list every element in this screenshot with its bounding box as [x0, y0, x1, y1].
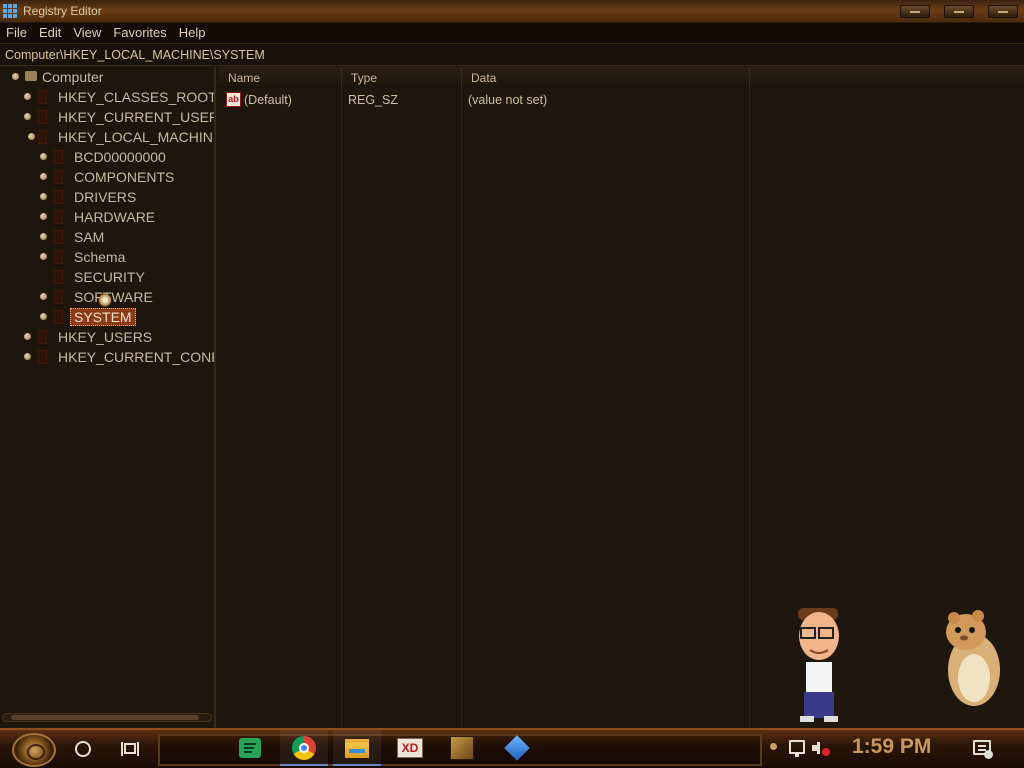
menu-view[interactable]: View — [67, 23, 107, 43]
folder-icon — [54, 230, 63, 244]
menu-bar: File Edit View Favorites Help — [0, 23, 1024, 43]
folder-icon — [54, 210, 63, 224]
string-value-icon: ab — [226, 92, 241, 107]
column-header-filler — [750, 67, 1024, 88]
folder-icon — [38, 90, 47, 104]
registry-editor-icon — [3, 4, 17, 18]
title-bar[interactable]: Registry Editor — [0, 0, 1024, 23]
registry-editor-window: Registry Editor File Edit View Favorites… — [0, 0, 1024, 728]
folder-icon — [38, 330, 47, 344]
computer-icon — [25, 71, 37, 81]
expand-icon[interactable] — [24, 333, 31, 340]
tree-node-label: SOFTWARE — [74, 289, 153, 305]
column-header-data[interactable]: Data — [462, 67, 750, 88]
start-button[interactable] — [12, 733, 56, 767]
mute-indicator-icon — [822, 748, 830, 756]
dancing-hamster-sticker — [946, 610, 1000, 706]
folder-icon — [54, 310, 63, 324]
tree-node-label: HKEY_USERS — [58, 329, 153, 345]
maximize-button[interactable] — [944, 5, 974, 18]
xd-icon[interactable]: XD — [397, 738, 423, 758]
collapse-icon[interactable] — [12, 73, 19, 80]
menu-edit[interactable]: Edit — [33, 23, 67, 43]
task-view-icon[interactable] — [121, 740, 139, 758]
window-title: Registry Editor — [23, 4, 102, 18]
search-icon[interactable] — [75, 741, 91, 757]
folder-icon — [54, 170, 63, 184]
folder-icon — [38, 110, 47, 124]
tree-node-label: Computer — [42, 69, 104, 85]
folder-icon — [38, 350, 47, 364]
column-divider — [461, 88, 462, 728]
column-divider — [341, 88, 342, 728]
registry-tree-pane[interactable]: Computer HKEY_CLASSES_ROOT HKEY_CURRENT_… — [0, 67, 216, 728]
chrome-icon[interactable] — [292, 736, 316, 760]
column-divider — [749, 88, 750, 728]
value-data: (value not set) — [468, 93, 548, 107]
spotify-icon[interactable] — [239, 738, 261, 758]
folder-icon — [38, 130, 47, 144]
expand-icon[interactable] — [40, 293, 47, 300]
value-name: (Default) — [244, 93, 292, 107]
tray-overflow-icon[interactable] — [770, 743, 777, 750]
folder-icon — [54, 270, 63, 284]
folder-icon — [54, 150, 63, 164]
tree-node-label: BCD00000000 — [74, 149, 166, 165]
tree-node-label: HKEY_CURRENT_CONFIG — [58, 349, 214, 365]
tree-node-label: SAM — [74, 229, 105, 245]
minimize-button[interactable] — [900, 5, 930, 18]
column-header-type[interactable]: Type — [342, 67, 462, 88]
menu-favorites[interactable]: Favorites — [107, 23, 172, 43]
tree-node-label: HKEY_CURRENT_USER — [58, 109, 216, 125]
hank-hill-sticker — [798, 608, 839, 722]
expand-icon[interactable] — [40, 173, 47, 180]
tree-node-label: HKEY_CLASSES_ROOT — [58, 89, 216, 105]
column-header-name[interactable]: Name — [219, 67, 342, 88]
mouse-cursor-icon — [98, 293, 112, 307]
notification-badge — [984, 750, 993, 759]
tree-node-label: DRIVERS — [74, 189, 137, 205]
expand-icon[interactable] — [40, 253, 47, 260]
menu-help[interactable]: Help — [173, 23, 212, 43]
tree-node-label: SECURITY — [74, 269, 145, 285]
file-explorer-icon[interactable] — [345, 739, 369, 758]
tree-node-label: HARDWARE — [74, 209, 156, 225]
value-type: REG_SZ — [348, 93, 399, 107]
close-button[interactable] — [988, 5, 1018, 18]
game-icon[interactable] — [450, 736, 474, 760]
expand-icon[interactable] — [40, 193, 47, 200]
tree-node-label: SYSTEM — [70, 308, 136, 326]
expand-icon[interactable] — [40, 213, 47, 220]
folder-icon — [54, 190, 63, 204]
address-path[interactable]: Computer\HKEY_LOCAL_MACHINE\SYSTEM — [5, 48, 265, 62]
expand-icon[interactable] — [40, 153, 47, 160]
address-bar[interactable]: Computer\HKEY_LOCAL_MACHINE\SYSTEM — [0, 43, 1024, 66]
list-header: Name Type Data — [219, 67, 1024, 88]
tree-node-label: HKEY_LOCAL_MACHINE — [58, 129, 216, 145]
network-icon[interactable] — [789, 740, 805, 757]
expand-icon[interactable] — [40, 313, 47, 320]
collapse-icon[interactable] — [28, 133, 35, 140]
expand-icon[interactable] — [24, 113, 31, 120]
values-list-pane[interactable]: Name Type Data ab (Default) REG_SZ (valu… — [219, 67, 1024, 728]
expand-icon[interactable] — [24, 93, 31, 100]
taskbar-clock[interactable]: 1:59 PM — [852, 735, 931, 759]
tree-node-label: COMPONENTS — [74, 169, 175, 185]
tree-node-label: Schema — [74, 249, 126, 265]
folder-icon — [54, 250, 63, 264]
expand-icon[interactable] — [40, 233, 47, 240]
tree-horizontal-scrollbar[interactable] — [2, 713, 212, 722]
table-row[interactable]: ab (Default) REG_SZ (value not set) — [219, 90, 1024, 110]
expand-icon[interactable] — [24, 353, 31, 360]
folder-icon — [54, 290, 63, 304]
menu-file[interactable]: File — [0, 23, 33, 43]
